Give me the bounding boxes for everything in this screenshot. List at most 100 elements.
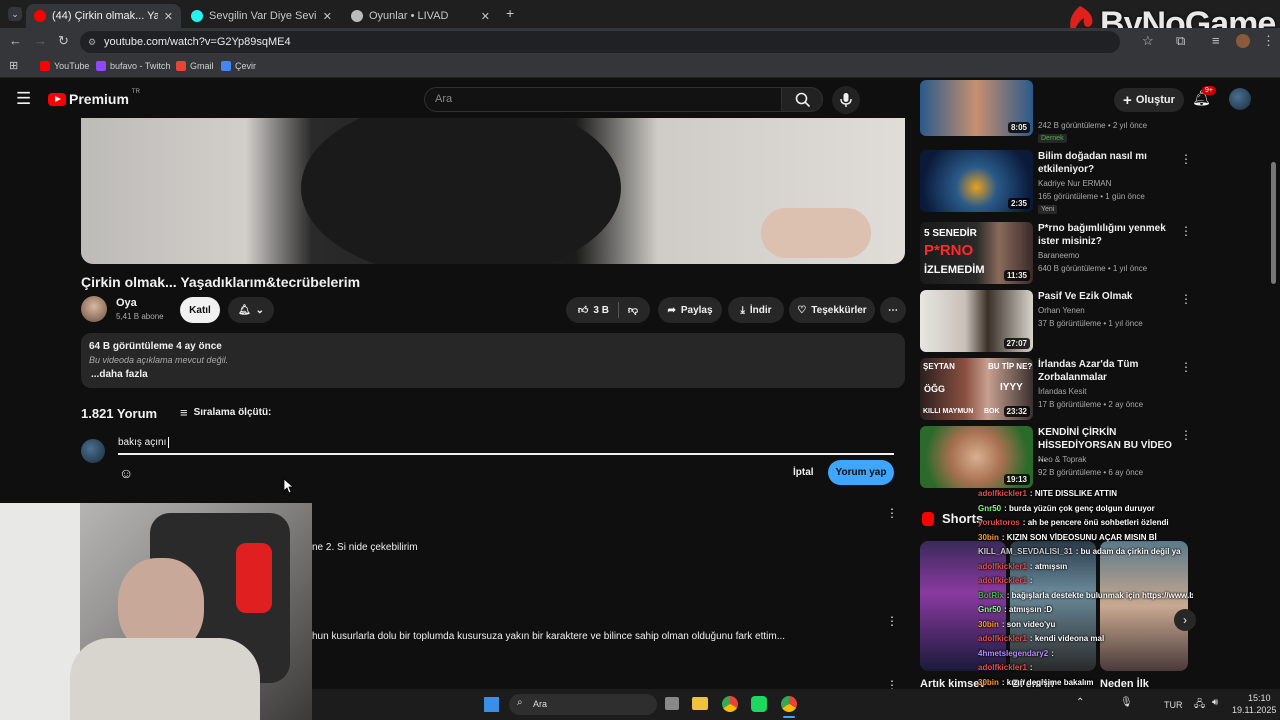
- logo-region: TR: [131, 89, 140, 95]
- chat-text: burda yüzün çok genç dolgun duruyor: [1009, 503, 1155, 513]
- apps-grid-icon[interactable]: ⊞: [9, 59, 18, 72]
- more-vertical-icon[interactable]: ⋮: [1180, 152, 1192, 166]
- more-vertical-icon[interactable]: ⋮: [1180, 224, 1192, 238]
- join-button[interactable]: Katıl: [180, 297, 220, 323]
- notification-count-badge: 9+: [1202, 86, 1216, 95]
- sort-label: Sıralama ölçütü:: [193, 407, 272, 418]
- browser-tab-tiktok[interactable]: Sevgilin Var Diye Sevinme: Derl ✕: [183, 4, 340, 28]
- microphone-tray-icon[interactable]: 🎙︎: [1120, 697, 1133, 708]
- share-button[interactable]: ➦ Paylaş: [658, 297, 722, 323]
- tab-search-icon[interactable]: ⌄: [8, 7, 22, 21]
- site-info-icon[interactable]: ⚙: [88, 31, 96, 53]
- voice-search-button[interactable]: [832, 86, 860, 114]
- menu-kebab-icon[interactable]: ⋮: [1262, 33, 1275, 49]
- subscribed-bell-button[interactable]: 🔔︎ ⌄: [228, 297, 274, 323]
- bookmark-translate[interactable]: Çevir: [221, 61, 256, 71]
- extensions-icon[interactable]: ⧉: [1176, 33, 1185, 49]
- comment-input[interactable]: bakış açını: [118, 437, 894, 455]
- chevron-down-icon: ⌄: [255, 304, 265, 316]
- download-button[interactable]: ⤓ İndir: [728, 297, 784, 323]
- thumbs-down-icon[interactable]: 👎︎: [628, 304, 638, 316]
- chat-text: atmışsın :D: [1009, 605, 1053, 614]
- comment-menu-icon[interactable]: ⋮: [886, 506, 898, 520]
- task-view-icon[interactable]: [665, 697, 679, 710]
- video-meta: 17 B görüntüleme • 2 ay önce: [1038, 400, 1144, 409]
- like-dislike-group: 👍︎ 3 B 👎︎: [566, 297, 650, 323]
- thanks-button[interactable]: ♡ Teşekkürler: [789, 297, 875, 323]
- browser-tab-youtube[interactable]: (44) Çirkin olmak... Yaşadıklarım ✕: [26, 4, 181, 28]
- close-tab-icon[interactable]: ✕: [481, 10, 490, 23]
- submit-comment-button[interactable]: Yorum yap: [828, 460, 894, 485]
- sidebar-icon[interactable]: ≡: [1212, 33, 1220, 48]
- bookmark-youtube[interactable]: YouTube: [40, 61, 89, 71]
- new-tab-icon[interactable]: +: [506, 5, 514, 21]
- sort-icon: ≡: [180, 405, 188, 420]
- thumbnail-text: P*RNO: [924, 242, 974, 259]
- video-duration: 2:35: [1007, 198, 1030, 209]
- bookmark-label: Çevir: [235, 61, 257, 71]
- create-button[interactable]: + Oluştur: [1114, 88, 1184, 112]
- channel-avatar[interactable]: [81, 296, 107, 322]
- app-icon[interactable]: [751, 696, 767, 712]
- bookmark-gmail[interactable]: Gmail: [176, 61, 214, 71]
- video-title: İrlandas Azar'da Tüm Zorbalanmalar: [1038, 359, 1139, 383]
- emoji-picker-icon[interactable]: ☺: [119, 465, 133, 481]
- page-scrollbar[interactable]: [1271, 162, 1276, 284]
- search-button[interactable]: [781, 87, 823, 112]
- tray-chevron-icon[interactable]: ⌃: [1076, 697, 1084, 708]
- back-icon[interactable]: ←: [9, 33, 22, 48]
- youtube-favicon-icon: [34, 10, 46, 22]
- recommended-video[interactable]: 5 SENEDİR P*RNO İZLEMEDİM 11:35 P*rno ba…: [920, 222, 1192, 286]
- clock-time[interactable]: 15:10: [1248, 693, 1271, 703]
- recommended-video[interactable]: 19:13 KENDİNİ ÇİRKİN HİSSEDİYORSAN BU Vİ…: [920, 426, 1192, 490]
- hamburger-menu-icon[interactable]: ☰: [16, 89, 31, 109]
- search-input[interactable]: Ara: [424, 87, 782, 112]
- bookmark-twitch[interactable]: bufavo - Twitch: [96, 61, 170, 71]
- channel-name[interactable]: Oya: [116, 297, 137, 309]
- account-avatar[interactable]: [1229, 88, 1251, 110]
- translate-icon: [221, 61, 231, 71]
- youtube-premium-logo[interactable]: Premium TR: [48, 89, 140, 107]
- language-indicator[interactable]: TUR: [1164, 700, 1183, 710]
- more-actions-button[interactable]: ⋯: [880, 297, 906, 323]
- windows-start-icon[interactable]: [484, 697, 499, 712]
- more-vertical-icon[interactable]: ⋮: [1180, 428, 1192, 442]
- more-horizontal-icon: ⋯: [888, 304, 898, 316]
- comment-menu-icon[interactable]: ⋮: [886, 614, 898, 628]
- forward-icon[interactable]: →: [34, 33, 47, 48]
- browser-tab-livad[interactable]: Oyunlar • LIVAD ✕: [343, 4, 498, 28]
- chat-message: adolfkickler1: NITE DISSLIKE ATTIN: [978, 489, 1118, 498]
- chrome-icon[interactable]: [722, 696, 738, 712]
- recommended-video[interactable]: 2:35 Bilim doğadan nasıl mı etkileniyor?…: [920, 150, 1192, 214]
- volume-icon[interactable]: 🔊︎: [1212, 697, 1218, 708]
- more-vertical-icon[interactable]: ⋮: [1180, 292, 1192, 306]
- recommended-video[interactable]: 8:05 242 B görüntüleme • 2 yıl önce Dern…: [920, 80, 1190, 148]
- notifications-button[interactable]: 🔔︎ 9+: [1192, 86, 1216, 108]
- close-tab-icon[interactable]: ✕: [323, 10, 332, 23]
- description-box[interactable]: 64 B görüntüleme 4 ay önce Bu videoda aç…: [81, 333, 905, 388]
- bookmark-star-icon[interactable]: ☆: [1142, 33, 1154, 49]
- more-vertical-icon[interactable]: ⋮: [1180, 360, 1192, 374]
- show-more-link[interactable]: ...daha fazla: [91, 369, 897, 380]
- address-bar[interactable]: ⚙ youtube.com/watch?v=G2Yp89sqME4: [80, 31, 1120, 53]
- webcam-body: [70, 638, 260, 720]
- chrome-active-icon[interactable]: [781, 696, 797, 712]
- twitch-icon: [96, 61, 106, 71]
- commenter-avatar: [81, 439, 105, 463]
- sort-button[interactable]: ≡ Sıralama ölçütü:: [180, 405, 271, 420]
- taskbar-search[interactable]: ⌕ Ara: [509, 694, 657, 715]
- cancel-comment-button[interactable]: İptal: [793, 467, 814, 478]
- profile-avatar[interactable]: [1236, 34, 1250, 48]
- chat-message: adolfkickler1: kendi videona mal: [978, 634, 1105, 643]
- reload-icon[interactable]: ↻: [58, 33, 69, 49]
- bell-icon: 🔔︎: [237, 304, 251, 316]
- clock-date[interactable]: 19.11.2025: [1232, 705, 1276, 715]
- recommended-video[interactable]: 27:07 Pasif Ve Ezik Olmak Orhan Yenen 37…: [920, 290, 1192, 354]
- recommended-video[interactable]: ŞEYTAN BU TİP NE? ÖĞG IYYY KILLI MAYMUN …: [920, 358, 1192, 422]
- close-tab-icon[interactable]: ✕: [164, 10, 173, 23]
- video-player[interactable]: [81, 118, 905, 264]
- like-button[interactable]: 👍︎ 3 B: [578, 304, 609, 317]
- mouse-cursor-icon: [284, 479, 294, 493]
- file-explorer-icon[interactable]: [692, 697, 708, 710]
- network-icon[interactable]: 🖧: [1194, 697, 1205, 714]
